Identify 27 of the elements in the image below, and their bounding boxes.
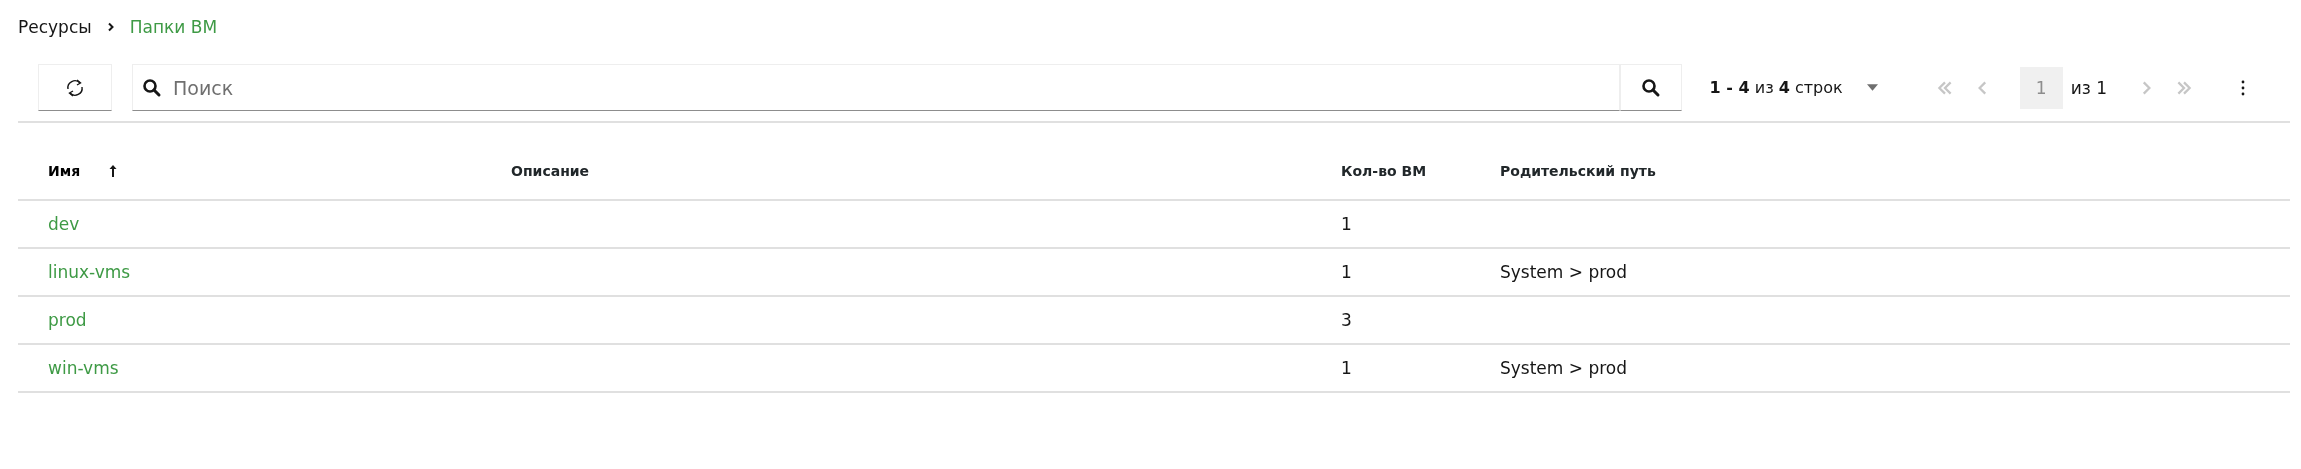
- table-cell: 1: [1341, 262, 1352, 282]
- sort-arrow-icon[interactable]: [108, 164, 119, 178]
- dropdown-caret-icon[interactable]: [1866, 84, 1878, 91]
- search-icon: [142, 78, 162, 98]
- breadcrumb-link[interactable]: Папки ВМ: [129, 17, 218, 37]
- column-header[interactable]: Родительский путь: [1500, 163, 1656, 179]
- rows-range-text: 1 - 4 из 4 строк: [1709, 78, 1843, 97]
- search-button[interactable]: [1619, 64, 1682, 111]
- search-icon: [1640, 77, 1661, 98]
- page-total-text: из 1: [2070, 77, 2107, 98]
- column-header[interactable]: Кол-во ВМ: [1341, 163, 1427, 179]
- folder-link[interactable]: win-vms: [48, 358, 119, 378]
- column-header[interactable]: Имя: [48, 163, 81, 179]
- column-header[interactable]: Описание: [511, 163, 590, 179]
- breadcrumb-link[interactable]: Ресурсы: [18, 17, 92, 37]
- table-cell: System > prod: [1500, 262, 1628, 282]
- folder-link[interactable]: prod: [48, 310, 87, 330]
- search-field[interactable]: Поиск: [132, 64, 1620, 111]
- page-number-field[interactable]: 1: [2019, 66, 2063, 109]
- folder-link[interactable]: linux-vms: [48, 262, 131, 282]
- table-cell: System > prod: [1500, 358, 1628, 378]
- more-options-icon[interactable]: [2241, 79, 2245, 96]
- folder-link[interactable]: dev: [48, 214, 80, 234]
- refresh-button[interactable]: [38, 64, 112, 111]
- table-cell: 1: [1341, 358, 1352, 378]
- table-cell: 3: [1341, 310, 1352, 330]
- table-cell: 1: [1341, 214, 1352, 234]
